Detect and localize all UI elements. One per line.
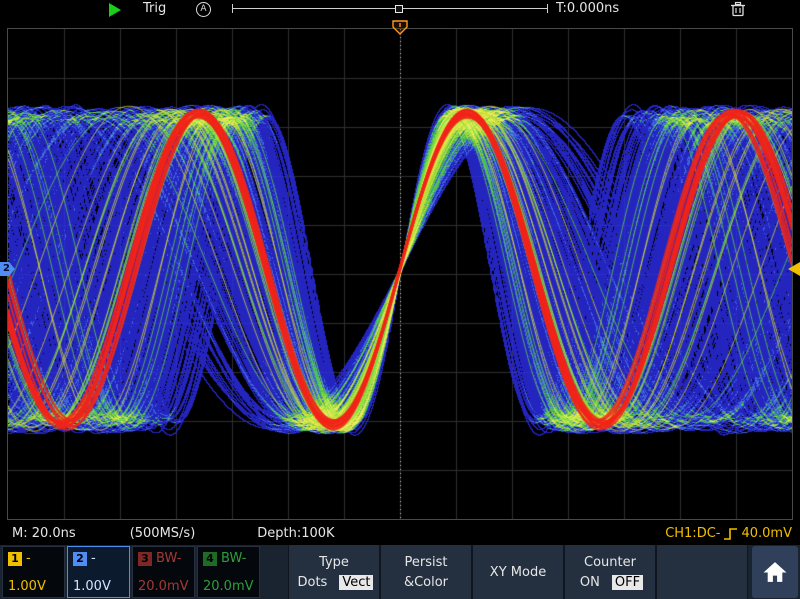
persist-subtitle: &Color — [404, 575, 448, 590]
channel-box-4[interactable]: 4 BW- 20.0mV — [197, 546, 260, 598]
trigger-position-marker[interactable] — [392, 20, 408, 35]
trigger-level-marker[interactable] — [785, 262, 800, 276]
run-indicator-icon — [109, 3, 121, 17]
channel1-badge: 1 — [8, 552, 22, 566]
counter-option-off[interactable]: OFF — [612, 575, 643, 590]
storage-icon[interactable] — [729, 1, 747, 21]
trigger-source-label: CH1:DC- — [665, 526, 720, 541]
home-icon — [762, 560, 788, 584]
trigger-settings-readout: CH1:DC- 40.0mV — [665, 526, 792, 541]
trig-status-label: Trig — [143, 1, 166, 16]
channel-box-2[interactable]: 2 - 1.00V — [67, 546, 130, 598]
counter-option-on[interactable]: ON — [577, 575, 603, 590]
xy-mode-label: XY Mode — [490, 565, 546, 580]
channel4-tag: BW- — [221, 551, 246, 566]
trigger-time-readout: T:0.000ns — [556, 1, 619, 16]
window-position-marker[interactable] — [395, 5, 403, 13]
rising-edge-icon — [723, 527, 738, 541]
channel3-badge: 3 — [138, 552, 152, 566]
home-button[interactable] — [752, 546, 798, 598]
channel2-badge: 2 — [73, 552, 87, 566]
softkey-persist-color[interactable]: Persist &Color — [380, 545, 472, 599]
softkey-counter[interactable]: Counter ON OFF — [564, 545, 656, 599]
channel2-position-marker[interactable]: 2 — [0, 262, 16, 276]
waveform-canvas — [8, 29, 792, 519]
top-status-bar: Trig A T:0.000ns — [0, 0, 800, 19]
channel3-scale: 20.0mV — [138, 579, 189, 594]
channel3-tag: BW- — [156, 551, 181, 566]
softkey-type[interactable]: Type Dots Vect — [288, 545, 380, 599]
auto-trigger-mode-icon: A — [196, 2, 211, 17]
memory-bar-line — [232, 8, 548, 9]
channel2-scale: 1.00V — [73, 579, 124, 594]
softkey-type-title: Type — [319, 555, 349, 570]
bottom-menu-bar: 1 - 1.00V 2 - 1.00V 3 BW- 20.0mV — [0, 545, 800, 599]
trigger-level-readout: 40.0mV — [741, 526, 792, 541]
channel4-scale: 20.0mV — [203, 579, 254, 594]
sample-rate-readout: (500MS/s) — [130, 526, 196, 541]
channel2-marker-label: 2 — [3, 262, 10, 276]
memory-depth-readout: Depth:100K — [257, 526, 334, 541]
status-bar: M: 20.0ns (500MS/s) Depth:100K CH1:DC- 4… — [0, 522, 800, 545]
softkey-menu: Type Dots Vect Persist &Color XY Mode Co… — [288, 545, 748, 599]
graticule-area: 2 — [7, 28, 793, 520]
type-option-vect[interactable]: Vect — [339, 575, 373, 590]
channel4-badge: 4 — [203, 552, 217, 566]
timebase-readout: M: 20.0ns — [12, 526, 76, 541]
memory-window-bar — [232, 1, 548, 16]
channel1-scale: 1.00V — [8, 579, 59, 594]
persist-title: Persist — [405, 555, 448, 570]
channel-box-1[interactable]: 1 - 1.00V — [2, 546, 65, 598]
type-option-dots[interactable]: Dots — [295, 575, 331, 590]
channel1-tag: - — [26, 551, 31, 566]
memory-bar-right-tick — [547, 4, 548, 13]
channel-strip: 1 - 1.00V 2 - 1.00V 3 BW- 20.0mV — [0, 545, 260, 599]
softkey-blank — [656, 545, 748, 599]
channel2-tag: - — [91, 551, 96, 566]
counter-title: Counter — [584, 555, 636, 570]
channel-box-3[interactable]: 3 BW- 20.0mV — [132, 546, 195, 598]
softkey-xy-mode[interactable]: XY Mode — [472, 545, 564, 599]
oscilloscope-screen: Trig A T:0.000ns — [0, 0, 800, 599]
